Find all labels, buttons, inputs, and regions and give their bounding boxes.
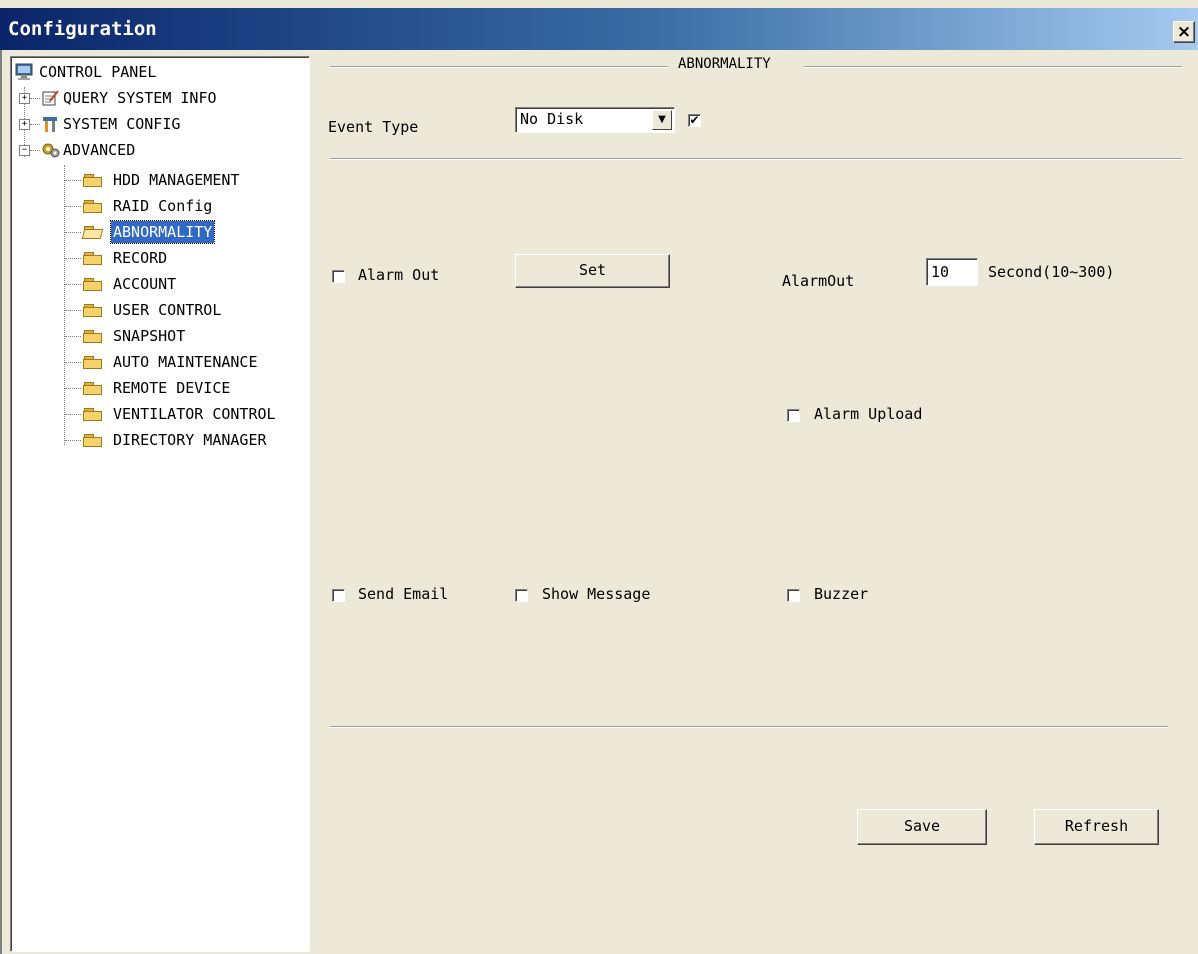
- refresh-button[interactable]: Refresh: [1034, 809, 1159, 845]
- close-button[interactable]: ×: [1173, 21, 1195, 43]
- notepad-icon: [42, 90, 59, 106]
- folder-icon: [83, 356, 103, 369]
- folder-icon: [83, 278, 103, 291]
- tree-item-label: HDD MANAGEMENT: [113, 171, 240, 189]
- expand-icon[interactable]: +: [19, 93, 30, 104]
- alarm-upload-checkbox[interactable]: [787, 409, 800, 422]
- tree-connector: [65, 310, 81, 311]
- folder-icon: [83, 382, 103, 395]
- tree-connector: [65, 284, 81, 285]
- event-type-label: Event Type: [328, 118, 419, 136]
- tree-connector: [65, 362, 81, 363]
- event-enable-checkbox[interactable]: ✔: [688, 114, 701, 127]
- collapse-icon[interactable]: −: [19, 145, 30, 156]
- tree-connector: [64, 165, 65, 445]
- gears-icon: [42, 143, 60, 158]
- folder-icon: [83, 330, 103, 343]
- tree-connector: [30, 98, 40, 99]
- show-message-checkbox[interactable]: [515, 589, 528, 602]
- alarmout-duration-input[interactable]: 10: [926, 258, 978, 286]
- alarm-out-checkbox[interactable]: [332, 270, 345, 283]
- folder-icon: [83, 304, 103, 317]
- title-bar: Configuration ×: [0, 8, 1198, 50]
- tree-item-label: USER CONTROL: [113, 301, 222, 319]
- set-button[interactable]: Set: [515, 254, 670, 288]
- section-divider: [330, 158, 1182, 160]
- alarmout-label: AlarmOut: [782, 272, 855, 290]
- tree-connector: [65, 388, 81, 389]
- tree-item-label: ACCOUNT: [113, 275, 177, 293]
- tree-item-label: ADVANCED: [63, 141, 136, 159]
- buzzer-label: Buzzer: [814, 585, 869, 603]
- folder-icon: [83, 408, 103, 421]
- tree-connector: [30, 124, 40, 125]
- show-message-label: Show Message: [542, 585, 651, 603]
- tree-connector: [65, 258, 81, 259]
- save-button[interactable]: Save: [857, 809, 987, 845]
- event-type-select[interactable]: No Disk ▼: [515, 107, 675, 133]
- window-frame-left: [0, 50, 8, 954]
- folder-icon: [83, 200, 103, 213]
- tree-item-label: QUERY SYSTEM INFO: [63, 89, 217, 107]
- abnormality-panel: ABNORMALITY Event Type No Disk ▼ ✔ Alarm…: [312, 50, 1198, 954]
- tree-item-label: RECORD: [113, 249, 168, 267]
- group-divider: [804, 66, 1182, 68]
- folder-icon: [83, 252, 103, 265]
- folder-open-icon: [81, 226, 104, 239]
- expand-icon[interactable]: +: [19, 119, 30, 130]
- section-divider: [330, 726, 1168, 728]
- send-email-label: Send Email: [358, 585, 449, 603]
- tree-connector: [65, 414, 81, 415]
- tree-item-label: VENTILATOR CONTROL: [113, 405, 276, 423]
- tree-item-label: RAID Config: [113, 197, 213, 215]
- group-divider: [330, 66, 668, 68]
- tree-connector: [30, 150, 40, 151]
- event-type-value: No Disk: [520, 110, 584, 128]
- tree-item-label: SNAPSHOT: [113, 327, 186, 345]
- alarmout-unit-label: Second(10~300): [988, 263, 1115, 281]
- close-icon: ×: [1176, 22, 1192, 42]
- window-title: Configuration: [8, 18, 157, 40]
- alarm-upload-label: Alarm Upload: [814, 405, 923, 423]
- tree-connector: [65, 336, 81, 337]
- chevron-down-icon[interactable]: ▼: [652, 110, 672, 130]
- monitor-icon: [15, 63, 33, 80]
- tree-item-label: DIRECTORY MANAGER: [113, 431, 267, 449]
- group-title: ABNORMALITY: [678, 56, 771, 72]
- buzzer-checkbox[interactable]: [787, 589, 800, 602]
- tools-icon: [43, 117, 57, 132]
- send-email-checkbox[interactable]: [332, 589, 345, 602]
- tree-item-label: SYSTEM CONFIG: [63, 115, 181, 133]
- tree-item-label: ABNORMALITY: [109, 220, 216, 244]
- tree-connector: [65, 232, 81, 233]
- navigation-tree[interactable]: CONTROL PANEL + QUERY SYSTEM INFO + SYST…: [10, 56, 310, 952]
- tree-item-label: REMOTE DEVICE: [113, 379, 231, 397]
- tree-item-label: AUTO MAINTENANCE: [113, 353, 258, 371]
- folder-icon: [83, 434, 103, 447]
- folder-icon: [83, 174, 103, 187]
- alarm-out-label: Alarm Out: [358, 266, 440, 284]
- tree-connector: [65, 180, 81, 181]
- tree-connector: [65, 440, 81, 441]
- tree-item-label: CONTROL PANEL: [39, 63, 157, 81]
- tree-connector: [65, 206, 81, 207]
